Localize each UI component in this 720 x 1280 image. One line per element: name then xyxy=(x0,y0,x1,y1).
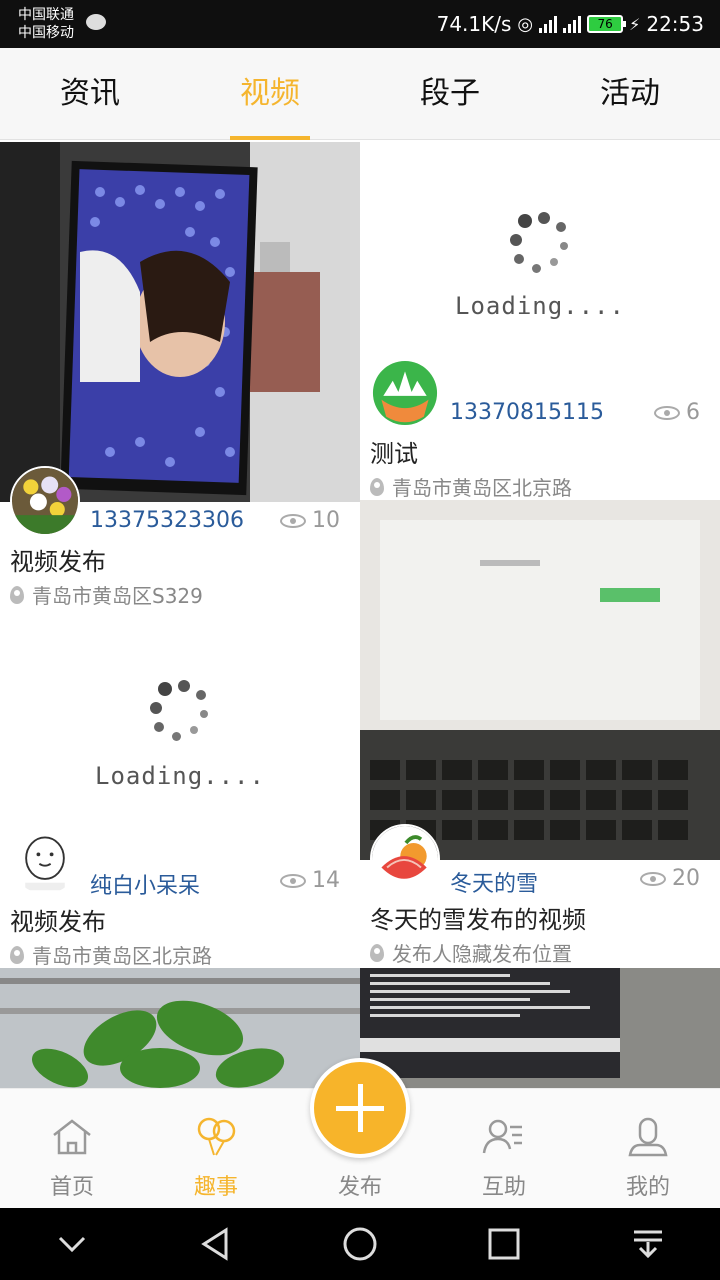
username[interactable]: 13375323306 xyxy=(90,508,244,533)
location-text: 发布人隐藏发布位置 xyxy=(392,942,572,966)
eye-icon xyxy=(654,405,680,420)
message-notification-icon xyxy=(86,14,106,30)
video-thumbnail xyxy=(360,968,720,1088)
avatar-image xyxy=(372,360,438,426)
home-icon xyxy=(53,1119,91,1155)
video-card[interactable]: 冬天的雪 20 冬天的雪发布的视频 发布人隐藏发布位置 xyxy=(360,500,720,968)
help-icon xyxy=(482,1119,522,1154)
category-tabs: 资讯 视频 段子 活动 xyxy=(0,48,720,140)
username[interactable]: 13370815115 xyxy=(450,400,604,425)
video-card[interactable]: Loading.... 13370815115 6 测试 青岛市黄岛区北京路 xyxy=(360,142,720,500)
tab-publish-label: 发布 xyxy=(337,1175,382,1200)
loading-spinner-icon xyxy=(150,680,210,741)
video-thumbnail xyxy=(0,968,360,1088)
carrier-2: 中国移动 xyxy=(18,25,74,41)
carrier-1: 中国联通 xyxy=(18,7,74,23)
avatar[interactable] xyxy=(10,826,80,896)
net-speed: 74.1K/s xyxy=(436,12,512,36)
video-card-plant[interactable] xyxy=(0,968,360,1088)
back-icon[interactable] xyxy=(196,1224,236,1264)
video-thumbnail xyxy=(360,500,720,860)
username[interactable]: 冬天的雪 xyxy=(450,866,538,898)
avatar[interactable] xyxy=(370,358,440,428)
tab-news[interactable]: 资讯 xyxy=(0,48,180,139)
card-title: 测试 xyxy=(370,440,418,468)
card-location: 青岛市黄岛区S329 xyxy=(10,580,203,609)
avatar-image xyxy=(372,826,438,892)
chevron-down-icon[interactable] xyxy=(52,1224,92,1264)
view-count: 10 xyxy=(280,508,340,533)
tab-help-label: 互助 xyxy=(481,1175,526,1200)
status-right: 74.1K/s ◎ 76 ⚡ 22:53 xyxy=(437,10,704,38)
location-pin-icon xyxy=(10,945,24,964)
tab-jokes[interactable]: 段子 xyxy=(360,48,540,139)
view-count-value: 14 xyxy=(312,868,340,893)
card-title: 视频发布 xyxy=(10,548,106,576)
location-text: 青岛市黄岛区北京路 xyxy=(392,476,572,500)
location-pin-icon xyxy=(10,585,24,604)
card-location: 青岛市黄岛区北京路 xyxy=(370,472,572,500)
video-card-screen[interactable] xyxy=(360,968,720,1088)
wifi-icon: ◎ xyxy=(517,13,534,35)
card-location: 发布人隐藏发布位置 xyxy=(370,938,572,967)
tab-fun[interactable]: 趣事 xyxy=(144,1089,288,1208)
card-title: 冬天的雪发布的视频 xyxy=(370,906,586,934)
tab-home-label: 首页 xyxy=(49,1175,94,1200)
carrier-labels: 中国联通 中国移动 xyxy=(18,6,74,42)
battery-icon: 76 xyxy=(587,15,627,33)
system-nav-bar xyxy=(0,1208,720,1280)
status-bar: 中国联通 中国移动 74.1K/s ◎ 76 ⚡ 22:53 xyxy=(0,0,720,48)
charging-icon: ⚡ xyxy=(629,14,641,34)
tab-mine[interactable]: 我的 xyxy=(576,1089,720,1208)
signal-3g-icon xyxy=(539,15,558,33)
view-count: 6 xyxy=(654,400,700,425)
avatar-image xyxy=(12,468,78,534)
view-count-value: 10 xyxy=(312,508,340,533)
view-count: 20 xyxy=(640,866,700,891)
location-text: 青岛市黄岛区S329 xyxy=(32,584,203,608)
video-thumbnail xyxy=(0,142,360,502)
loading-spinner-icon xyxy=(510,212,570,273)
tab-home[interactable]: 首页 xyxy=(0,1089,144,1208)
eye-icon xyxy=(280,873,306,888)
avatar[interactable] xyxy=(10,466,80,536)
tab-video[interactable]: 视频 xyxy=(180,48,360,140)
card-location: 青岛市黄岛区北京路 xyxy=(10,940,212,968)
eye-icon xyxy=(280,513,306,528)
video-card-tv[interactable] xyxy=(0,142,360,502)
location-pin-icon xyxy=(370,943,384,962)
recents-square-icon[interactable] xyxy=(484,1224,524,1264)
clock: 22:53 xyxy=(646,12,704,36)
loading-text: Loading.... xyxy=(455,292,625,320)
publish-plus-button[interactable] xyxy=(310,1058,410,1158)
avatar-image xyxy=(12,828,78,894)
loading-text: Loading.... xyxy=(95,762,265,790)
video-card-info[interactable]: 13375323306 10 视频发布 青岛市黄岛区S329 xyxy=(0,466,360,610)
card-title: 视频发布 xyxy=(10,908,106,936)
home-circle-icon[interactable] xyxy=(340,1224,380,1264)
eye-icon xyxy=(640,871,666,886)
view-count-value: 20 xyxy=(672,866,700,891)
username[interactable]: 纯白小呆呆 xyxy=(90,868,200,900)
tab-fun-label: 趣事 xyxy=(193,1175,238,1200)
location-text: 青岛市黄岛区北京路 xyxy=(32,944,212,968)
view-count: 14 xyxy=(280,868,340,893)
view-count-value: 6 xyxy=(686,400,700,425)
signal-4g-icon xyxy=(563,15,582,33)
avatar[interactable] xyxy=(370,824,440,894)
tab-mine-label: 我的 xyxy=(625,1175,670,1200)
tab-events[interactable]: 活动 xyxy=(540,48,720,139)
video-card[interactable]: Loading.... 纯白小呆呆 14 视频发布 青岛市黄岛区北京路 xyxy=(0,610,360,968)
person-icon xyxy=(628,1117,668,1157)
location-pin-icon xyxy=(370,477,384,496)
notification-drawer-icon[interactable] xyxy=(628,1224,668,1264)
tab-help[interactable]: 互助 xyxy=(432,1089,576,1208)
balloons-icon xyxy=(197,1117,236,1156)
